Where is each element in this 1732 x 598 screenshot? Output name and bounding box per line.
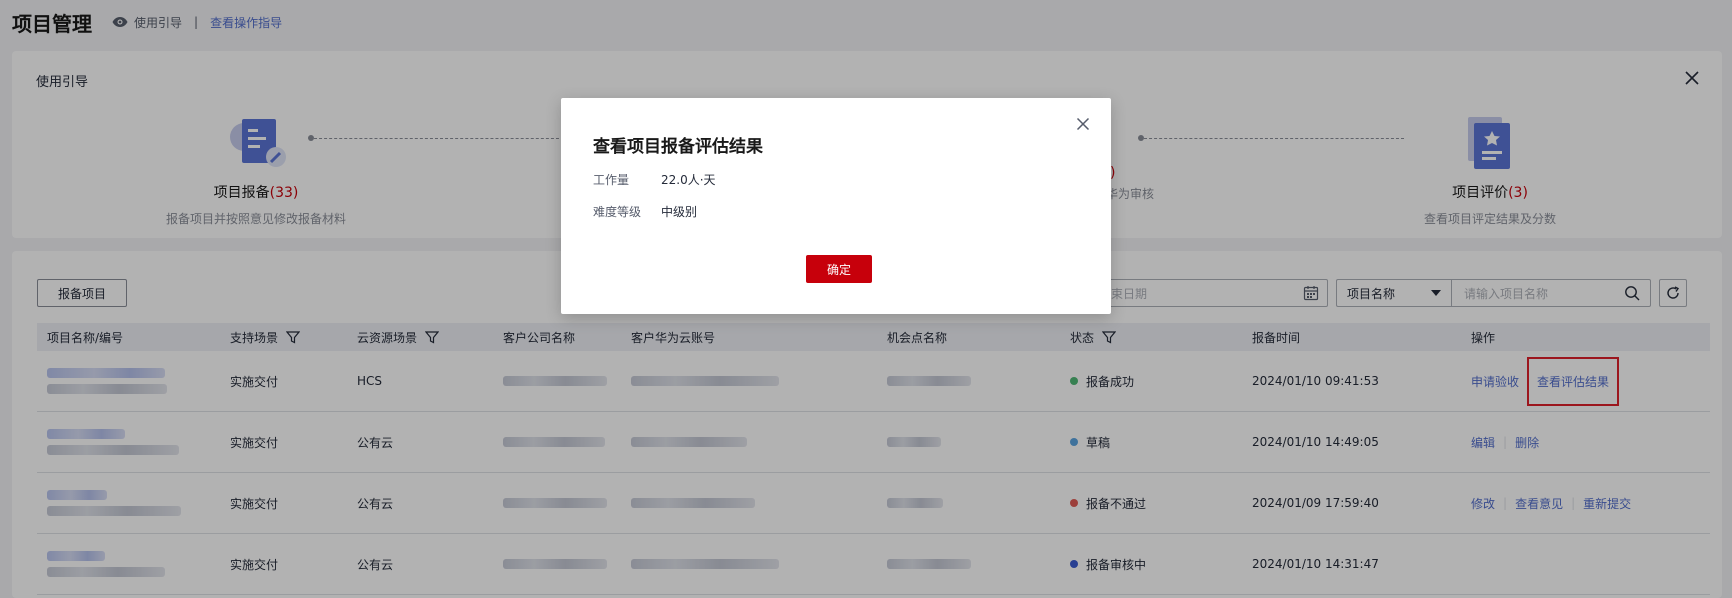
difficulty-value: 中级别 — [661, 205, 698, 219]
difficulty-row: 难度等级 中级别 — [593, 203, 697, 220]
evaluation-result-dialog: 查看项目报备评估结果 工作量 22.0人·天 难度等级 中级别 确定 — [561, 98, 1111, 314]
confirm-button[interactable]: 确定 — [806, 255, 872, 283]
dialog-title: 查看项目报备评估结果 — [593, 137, 763, 157]
difficulty-label: 难度等级 — [593, 205, 642, 219]
workload-label: 工作量 — [593, 173, 630, 187]
workload-row: 工作量 22.0人·天 — [593, 171, 716, 188]
close-icon[interactable] — [1076, 117, 1090, 131]
workload-value: 22.0人·天 — [661, 173, 716, 187]
